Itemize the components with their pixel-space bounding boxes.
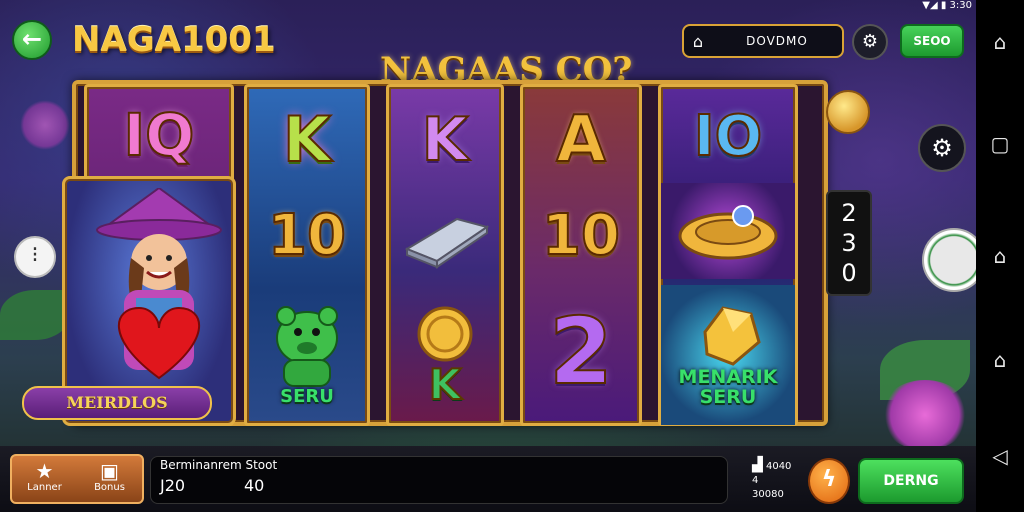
arrow-left-icon: ← xyxy=(21,25,43,53)
reel-4-top-cell: A xyxy=(523,95,639,185)
side-counter: 2 3 0 xyxy=(826,190,872,296)
reel-2-top-cell: K xyxy=(247,95,367,185)
mini-stat-1: 4040 xyxy=(765,461,792,472)
mini-stat-2: 4 xyxy=(752,475,759,486)
bag-icon: ▟ xyxy=(752,457,763,473)
character-card-label: MEIRDLOS xyxy=(22,386,212,420)
settings-button[interactable]: ⚙ xyxy=(852,24,888,60)
square-icon[interactable]: ▢ xyxy=(988,132,1012,156)
system-nav-bar: ⌂ ▢ ⌂ ⌂ ◁ xyxy=(976,0,1024,512)
symbol-a: A xyxy=(555,103,607,177)
reel-3: K K xyxy=(386,84,504,426)
clock-text: 3:30 xyxy=(949,0,972,11)
flower-decoration xyxy=(20,100,70,150)
top-action-button[interactable]: SEOO xyxy=(900,24,964,58)
reel-2: K 10 SERU xyxy=(244,84,370,426)
info-value-1: J20 xyxy=(160,476,186,495)
turbo-button[interactable]: ϟ xyxy=(808,458,850,504)
home-icon[interactable]: ⌂ xyxy=(988,244,1012,268)
home-icon: ⌂ xyxy=(692,31,704,51)
home-icon[interactable]: ⌂ xyxy=(988,348,1012,372)
mini-stat-3: 30080 xyxy=(752,489,784,500)
symbol-iq: IQ xyxy=(123,101,196,169)
flower-decoration xyxy=(880,380,970,450)
reel-2-bottom-text: SERU xyxy=(280,385,334,407)
reel-5-bottom-cell: MENARIK SERU xyxy=(661,285,795,425)
favorite-button[interactable]: ★ Lanner xyxy=(12,456,77,502)
bolt-icon: ϟ xyxy=(821,467,837,492)
reel-3-middle-cell xyxy=(389,189,501,279)
reel-3-top-cell: K xyxy=(389,95,501,185)
symbol-io: IO xyxy=(693,104,763,169)
side-settings-button[interactable]: ⚙ xyxy=(918,124,966,172)
symbol-k: K xyxy=(421,105,469,175)
reel-5-middle-cell xyxy=(661,183,795,279)
silver-ingot-icon xyxy=(404,217,490,269)
balance-amount: DOVDMO xyxy=(746,34,808,48)
bottom-shortcuts: ★ Lanner ▣ Bonus xyxy=(10,454,144,504)
reel-5-bottom-text: MENARIK SERU xyxy=(678,366,778,408)
green-dog-icon xyxy=(276,305,338,387)
favorite-label: Lanner xyxy=(27,482,62,493)
counter-digit: 0 xyxy=(841,259,857,287)
dots-icon: ⁝ xyxy=(31,243,39,268)
symbol-k: K xyxy=(282,103,332,176)
reel-3-bottom-cell: K xyxy=(389,285,501,425)
signal-icon: ▼◢ ▮ xyxy=(922,0,947,11)
reel-2-middle-cell: 10 xyxy=(247,191,367,281)
gold-coin-decoration xyxy=(826,90,870,134)
spin-button[interactable]: DERNG xyxy=(858,458,964,504)
reel-4-middle-cell: 10 xyxy=(523,191,639,281)
gold-nugget-icon xyxy=(703,306,761,366)
reel-1-top-cell: IQ xyxy=(87,93,231,177)
symbol-10: 10 xyxy=(267,203,347,268)
golden-ring-icon xyxy=(678,205,778,260)
gold-coin-icon xyxy=(417,306,473,362)
status-bar: ▼◢ ▮ 3:30 xyxy=(922,0,972,11)
box-icon: ▣ xyxy=(100,459,119,483)
symbol-2: 2 xyxy=(548,298,614,405)
balance-display[interactable]: ⌂ DOVDMO xyxy=(682,24,844,58)
reel-2-bottom-cell: SERU xyxy=(247,287,367,417)
reel-5-top-cell: IO xyxy=(661,95,795,179)
home-icon[interactable]: ⌂ xyxy=(988,30,1012,54)
counter-digit: 2 xyxy=(841,199,857,227)
gear-icon: ⚙ xyxy=(861,31,879,52)
info-title: Berminanrem Stoot xyxy=(160,458,278,472)
symbol-k-green: K xyxy=(428,360,463,409)
back-button[interactable]: ← xyxy=(12,20,52,60)
gear-icon: ⚙ xyxy=(931,134,953,162)
menu-button[interactable]: ⁝ xyxy=(14,236,56,278)
reel-5: IO MENARIK SERU xyxy=(658,84,798,426)
counter-digit: 3 xyxy=(841,229,857,257)
star-icon: ★ xyxy=(35,459,54,483)
back-triangle-icon[interactable]: ◁ xyxy=(988,444,1012,468)
witch-character xyxy=(96,188,222,380)
info-value-2: 40 xyxy=(244,476,265,495)
reel-4: A 10 2 xyxy=(520,84,642,426)
leaf-decoration xyxy=(0,290,70,340)
symbol-10: 10 xyxy=(541,203,621,268)
brand-logo: NAGA1001 xyxy=(72,20,276,60)
bonus-label: Bonus xyxy=(94,482,125,493)
mini-stats: ▟ 4040 4 30080 xyxy=(752,458,791,502)
reel-4-bottom-cell: 2 xyxy=(523,287,639,417)
bonus-button[interactable]: ▣ Bonus xyxy=(77,456,142,502)
